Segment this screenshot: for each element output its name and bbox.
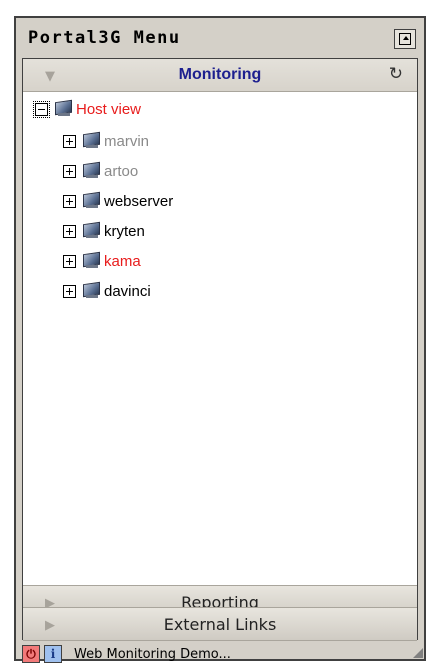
- tree-node-kryten[interactable]: kryten: [63, 220, 145, 242]
- info-icon[interactable]: i: [44, 645, 62, 663]
- computer-icon: [80, 251, 102, 270]
- host-tree: Host view marvin artoo webserver kryten …: [23, 92, 417, 586]
- portal-window: Portal3G Menu ▼ Monitoring ↻ Host view m…: [14, 16, 426, 663]
- status-text: Web Monitoring Demo...: [74, 646, 231, 662]
- computer-icon: [80, 161, 102, 180]
- monitoring-header[interactable]: ▼ Monitoring ↻: [23, 59, 417, 92]
- tree-node-label: davinci: [104, 282, 151, 300]
- window-title: Portal3G Menu: [28, 28, 181, 48]
- expand-toggle-icon[interactable]: [63, 194, 76, 208]
- expand-toggle-icon[interactable]: [63, 224, 76, 238]
- tree-root-label: Host view: [76, 100, 142, 118]
- tree-node-label: webserver: [104, 192, 174, 210]
- computer-icon: [52, 99, 74, 118]
- maximize-button[interactable]: [394, 29, 416, 49]
- status-bar: ⏻ i Web Monitoring Demo...: [22, 643, 418, 665]
- tree-node-webserver[interactable]: webserver: [63, 190, 173, 212]
- expand-toggle-icon[interactable]: [63, 134, 76, 148]
- focus-outline: [33, 100, 50, 118]
- expand-toggle-icon[interactable]: [63, 254, 76, 268]
- tree-node-label: kama: [104, 252, 141, 270]
- external-links-title: External Links: [163, 615, 277, 634]
- expand-toggle-icon[interactable]: [63, 164, 76, 178]
- tree-node-kama[interactable]: kama: [63, 250, 141, 272]
- resize-grip-icon[interactable]: [413, 648, 423, 658]
- computer-icon: [80, 281, 102, 300]
- power-icon[interactable]: ⏻: [22, 645, 40, 663]
- monitoring-title: Monitoring: [178, 66, 262, 83]
- tree-node-label: kryten: [104, 222, 145, 240]
- tree-node-davinci[interactable]: davinci: [63, 280, 151, 302]
- accordion-panel: ▼ Monitoring ↻ Host view marvin artoo we…: [22, 58, 418, 641]
- tree-node-artoo[interactable]: artoo: [63, 160, 138, 182]
- computer-icon: [80, 131, 102, 150]
- external-links-header[interactable]: ▶ External Links: [23, 607, 417, 641]
- title-bar: Portal3G Menu: [22, 24, 418, 54]
- computer-icon: [80, 191, 102, 210]
- tree-root[interactable]: Host view: [33, 98, 141, 120]
- expand-toggle-icon[interactable]: [63, 284, 76, 298]
- maximize-icon: [399, 33, 411, 45]
- tree-node-label: artoo: [104, 162, 139, 180]
- computer-icon: [80, 221, 102, 240]
- tree-node-label: marvin: [104, 132, 150, 150]
- refresh-icon[interactable]: ↻: [389, 64, 403, 84]
- tree-node-marvin[interactable]: marvin: [63, 130, 149, 152]
- collapse-toggle-icon[interactable]: [35, 102, 48, 116]
